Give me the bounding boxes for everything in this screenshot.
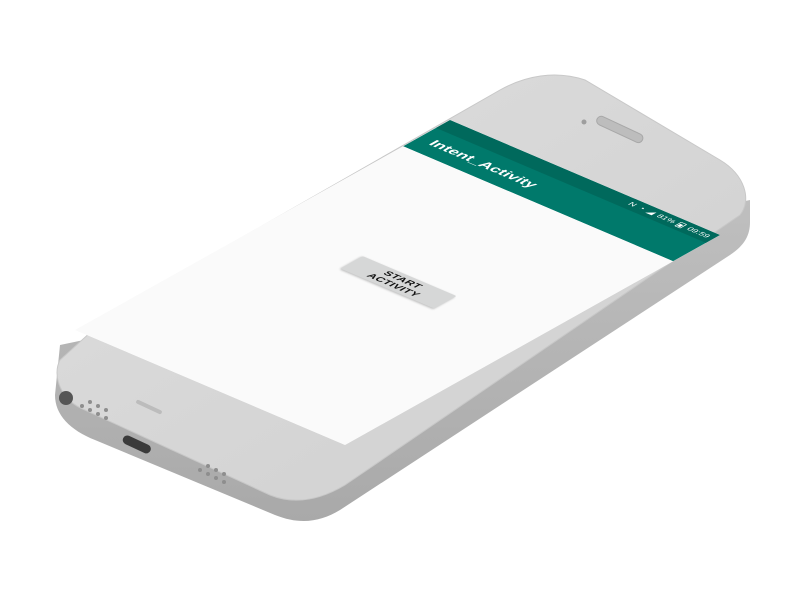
wifi-icon: ◔ — [635, 205, 648, 212]
stage: N ◔ ◢ 81% 09:59 Intent_Activity START AC… — [0, 0, 800, 600]
nfc-icon: N — [626, 201, 640, 208]
signal-icon: ◢ — [644, 208, 658, 216]
front-camera — [581, 119, 587, 125]
headphone-jack — [59, 391, 73, 405]
battery-icon — [674, 222, 688, 229]
start-activity-button[interactable]: START ACTIVITY — [340, 256, 457, 309]
